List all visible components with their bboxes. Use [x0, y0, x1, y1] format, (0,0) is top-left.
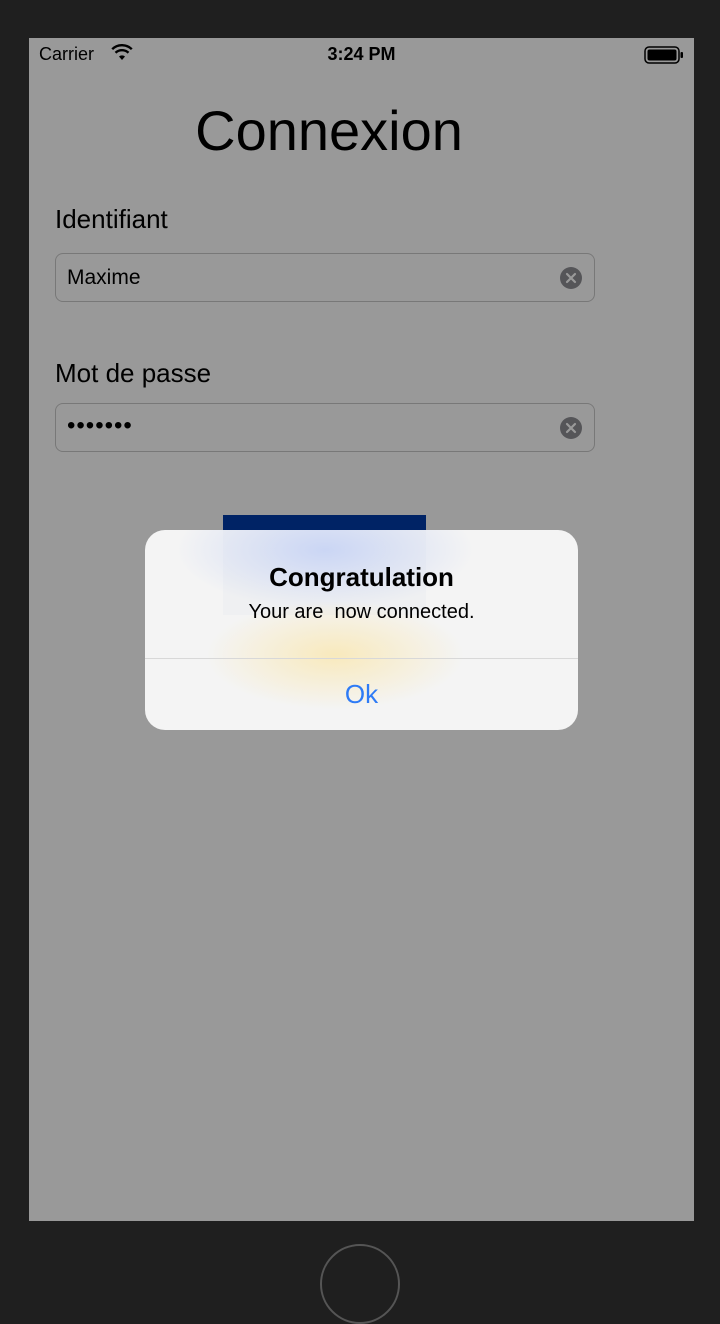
- device-frame: Carrier 3:24 PM Connexion Identifiant Ma…: [0, 0, 720, 1324]
- alert-title: Congratulation: [269, 562, 454, 592]
- app-screen: Carrier 3:24 PM Connexion Identifiant Ma…: [29, 38, 694, 1221]
- alert-message: Your are now connected.: [248, 601, 475, 623]
- alert-dialog: Congratulation Your are now connected. O…: [145, 530, 578, 730]
- ok-button[interactable]: Ok: [145, 659, 578, 730]
- home-button[interactable]: [320, 1244, 400, 1324]
